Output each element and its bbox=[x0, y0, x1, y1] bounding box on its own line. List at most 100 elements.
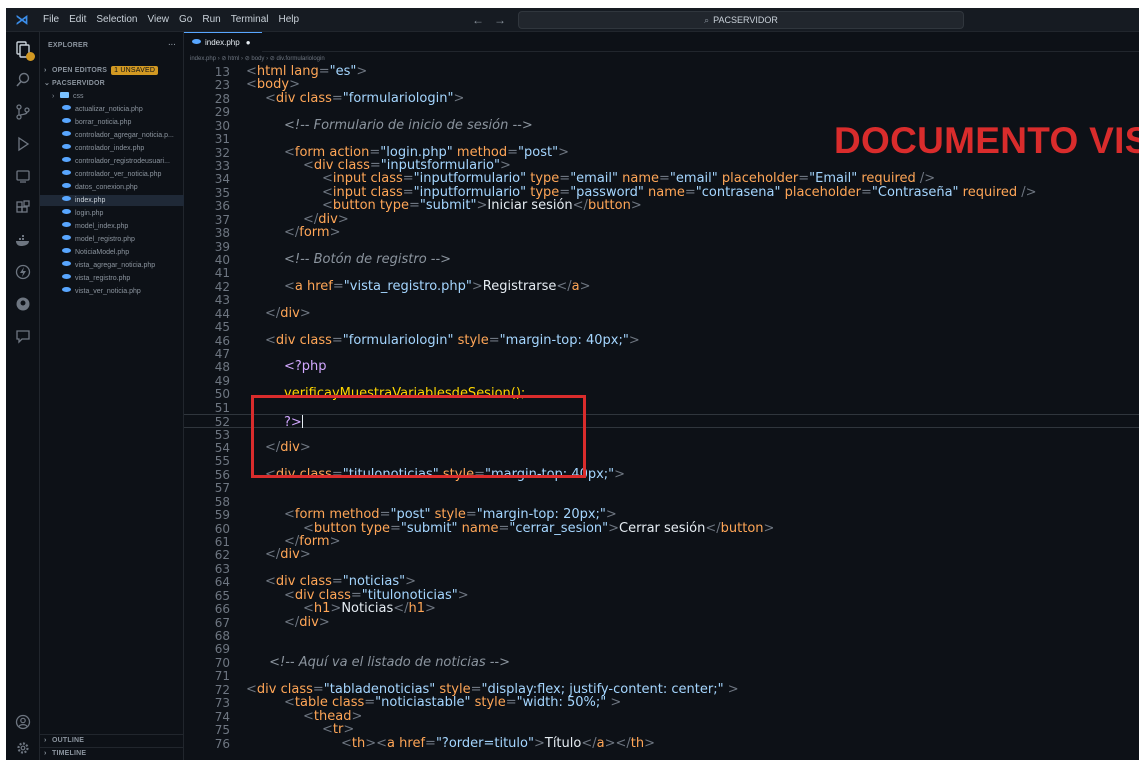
code-line[interactable]: 68 bbox=[184, 629, 1139, 643]
file-item[interactable]: vista_ver_noticia.php bbox=[40, 286, 184, 297]
extensions-icon[interactable] bbox=[13, 200, 33, 220]
menu-help[interactable]: Help bbox=[274, 8, 305, 32]
docker-whale-icon[interactable] bbox=[13, 232, 33, 252]
workspace-folder-section[interactable]: ⌄ PACSERVIDOR bbox=[40, 78, 184, 89]
chat-icon[interactable] bbox=[13, 328, 33, 348]
lightning-icon[interactable] bbox=[13, 264, 33, 284]
code-token: = bbox=[505, 695, 517, 711]
github-icon[interactable] bbox=[13, 296, 33, 316]
tab-index-php[interactable]: index.php ● bbox=[184, 32, 262, 52]
timeline-section[interactable]: › TIMELINE bbox=[40, 747, 184, 758]
breadcrumb[interactable]: index.php › ⊘ html › ⊘ body › ⊘ div.form… bbox=[190, 54, 325, 64]
code-line[interactable]: 61 </form> bbox=[184, 535, 1139, 550]
menu-selection[interactable]: Selection bbox=[91, 8, 142, 32]
annotation-title: DOCUMENTO VISTA bbox=[834, 120, 1139, 161]
line-number: 34 bbox=[214, 172, 230, 187]
code-token: div bbox=[280, 305, 300, 321]
file-item[interactable]: controlador_agregar_noticia.p... bbox=[40, 130, 184, 141]
line-number: 32 bbox=[214, 145, 230, 160]
code-line[interactable]: 43 bbox=[184, 293, 1139, 307]
source-control-icon[interactable] bbox=[13, 104, 33, 124]
code-line[interactable]: 46 <div class="formulariologin" style="ma… bbox=[184, 333, 1139, 348]
run-debug-icon[interactable] bbox=[13, 136, 33, 156]
file-item[interactable]: datos_conexion.php bbox=[40, 182, 184, 193]
line-number: 73 bbox=[214, 696, 230, 711]
code-token: = bbox=[684, 184, 696, 200]
command-center-search[interactable]: ⌕ PACSERVIDOR bbox=[518, 11, 964, 29]
code-token: a bbox=[387, 735, 396, 751]
menu-run[interactable]: Run bbox=[197, 8, 225, 32]
file-item[interactable]: borrar_noticia.php bbox=[40, 117, 184, 128]
file-item[interactable]: vista_agregar_noticia.php bbox=[40, 260, 184, 271]
file-item[interactable]: controlador_index.php bbox=[40, 143, 184, 154]
code-line[interactable]: 38 </form> bbox=[184, 226, 1139, 241]
menu-file[interactable]: File bbox=[38, 8, 64, 32]
code-token: < bbox=[284, 144, 295, 160]
php-file-icon bbox=[62, 170, 71, 175]
file-item[interactable]: model_registro.php bbox=[40, 234, 184, 245]
code-token: > bbox=[299, 305, 311, 321]
line-number: 49 bbox=[214, 373, 230, 388]
code-line[interactable]: 57 bbox=[184, 481, 1139, 495]
code-line[interactable]: 42 <a href="vista_registro.php">Registrar… bbox=[184, 279, 1139, 294]
file-name: borrar_noticia.php bbox=[75, 119, 132, 126]
code-text: <!-- Botón de registro --> bbox=[284, 253, 451, 267]
folder-css[interactable]: › css bbox=[40, 91, 184, 102]
code-line[interactable]: 28 <div class="formulariologin"> bbox=[184, 91, 1139, 106]
code-line[interactable]: 75 <tr> bbox=[184, 722, 1139, 738]
unsaved-dot-icon[interactable]: ● bbox=[246, 38, 251, 47]
code-line[interactable]: 62 </div> bbox=[184, 548, 1139, 563]
code-token: > bbox=[630, 198, 642, 214]
code-text: </div> bbox=[265, 548, 311, 562]
code-line[interactable]: 48 <?php bbox=[184, 360, 1139, 375]
more-actions-icon[interactable]: ··· bbox=[168, 40, 176, 51]
code-token: < bbox=[322, 722, 333, 738]
menu-go[interactable]: Go bbox=[174, 8, 197, 32]
chevron-right-icon: › bbox=[44, 737, 47, 744]
line-number: 23 bbox=[214, 78, 230, 93]
line-number: 61 bbox=[214, 535, 230, 550]
back-arrow-icon[interactable]: ← bbox=[472, 13, 484, 27]
code-line[interactable]: 70 <!-- Aquí va el listado de noticias -… bbox=[184, 655, 1139, 670]
line-number: 38 bbox=[214, 226, 230, 241]
forward-arrow-icon[interactable]: → bbox=[494, 13, 506, 27]
outline-section[interactable]: › OUTLINE bbox=[40, 734, 184, 745]
line-number: 48 bbox=[214, 360, 230, 375]
code-token: a bbox=[596, 735, 605, 751]
code-line[interactable]: 44 </div> bbox=[184, 305, 1139, 321]
file-item-selected[interactable]: index.php bbox=[40, 195, 184, 206]
code-line[interactable]: 13 <html lang="es"> bbox=[184, 65, 1139, 80]
folder-icon bbox=[60, 92, 69, 98]
vscode-logo-icon: ⋊ bbox=[15, 12, 29, 27]
menu-view[interactable]: View bbox=[143, 8, 175, 32]
menu-terminal[interactable]: Terminal bbox=[226, 8, 274, 32]
account-icon[interactable] bbox=[13, 714, 33, 734]
open-editors-section[interactable]: › OPEN EDITORS 1 unsaved bbox=[40, 65, 184, 76]
code-text: </div> bbox=[265, 305, 311, 321]
code-text: <!-- Aquí va el listado de noticias --> bbox=[265, 655, 510, 670]
code-line[interactable]: 40 <!-- Botón de registro --> bbox=[184, 253, 1139, 268]
file-item[interactable]: controlador_registrodeusuari... bbox=[40, 156, 184, 167]
code-line[interactable]: 67 </div> bbox=[184, 615, 1139, 630]
search-icon: ⌕ bbox=[704, 14, 710, 25]
code-token: = bbox=[389, 520, 401, 536]
explorer-files-icon[interactable] bbox=[13, 40, 35, 61]
file-name: controlador_agregar_noticia.p... bbox=[75, 132, 174, 139]
file-item[interactable]: NoticiaModel.php bbox=[40, 247, 184, 258]
menu-edit[interactable]: Edit bbox=[64, 8, 91, 32]
code-token: = bbox=[408, 198, 420, 214]
file-item[interactable]: controlador_ver_noticia.php bbox=[40, 169, 184, 180]
code-line[interactable]: 76 <th><a href="?order=titulo">Título</a>… bbox=[184, 735, 1139, 751]
file-item[interactable]: actualizar_noticia.php bbox=[40, 104, 184, 115]
code-line[interactable]: 47 bbox=[184, 347, 1139, 361]
search-icon[interactable] bbox=[13, 72, 33, 92]
line-number: 67 bbox=[214, 615, 230, 630]
folder-css-label: css bbox=[73, 93, 84, 100]
code-token: </ bbox=[393, 601, 409, 617]
gear-icon[interactable] bbox=[13, 740, 33, 760]
remote-explorer-icon[interactable] bbox=[13, 168, 33, 188]
file-item[interactable]: login.php bbox=[40, 208, 184, 219]
file-item[interactable]: model_index.php bbox=[40, 221, 184, 232]
file-item[interactable]: vista_registro.php bbox=[40, 273, 184, 284]
code-token: name bbox=[643, 184, 685, 200]
